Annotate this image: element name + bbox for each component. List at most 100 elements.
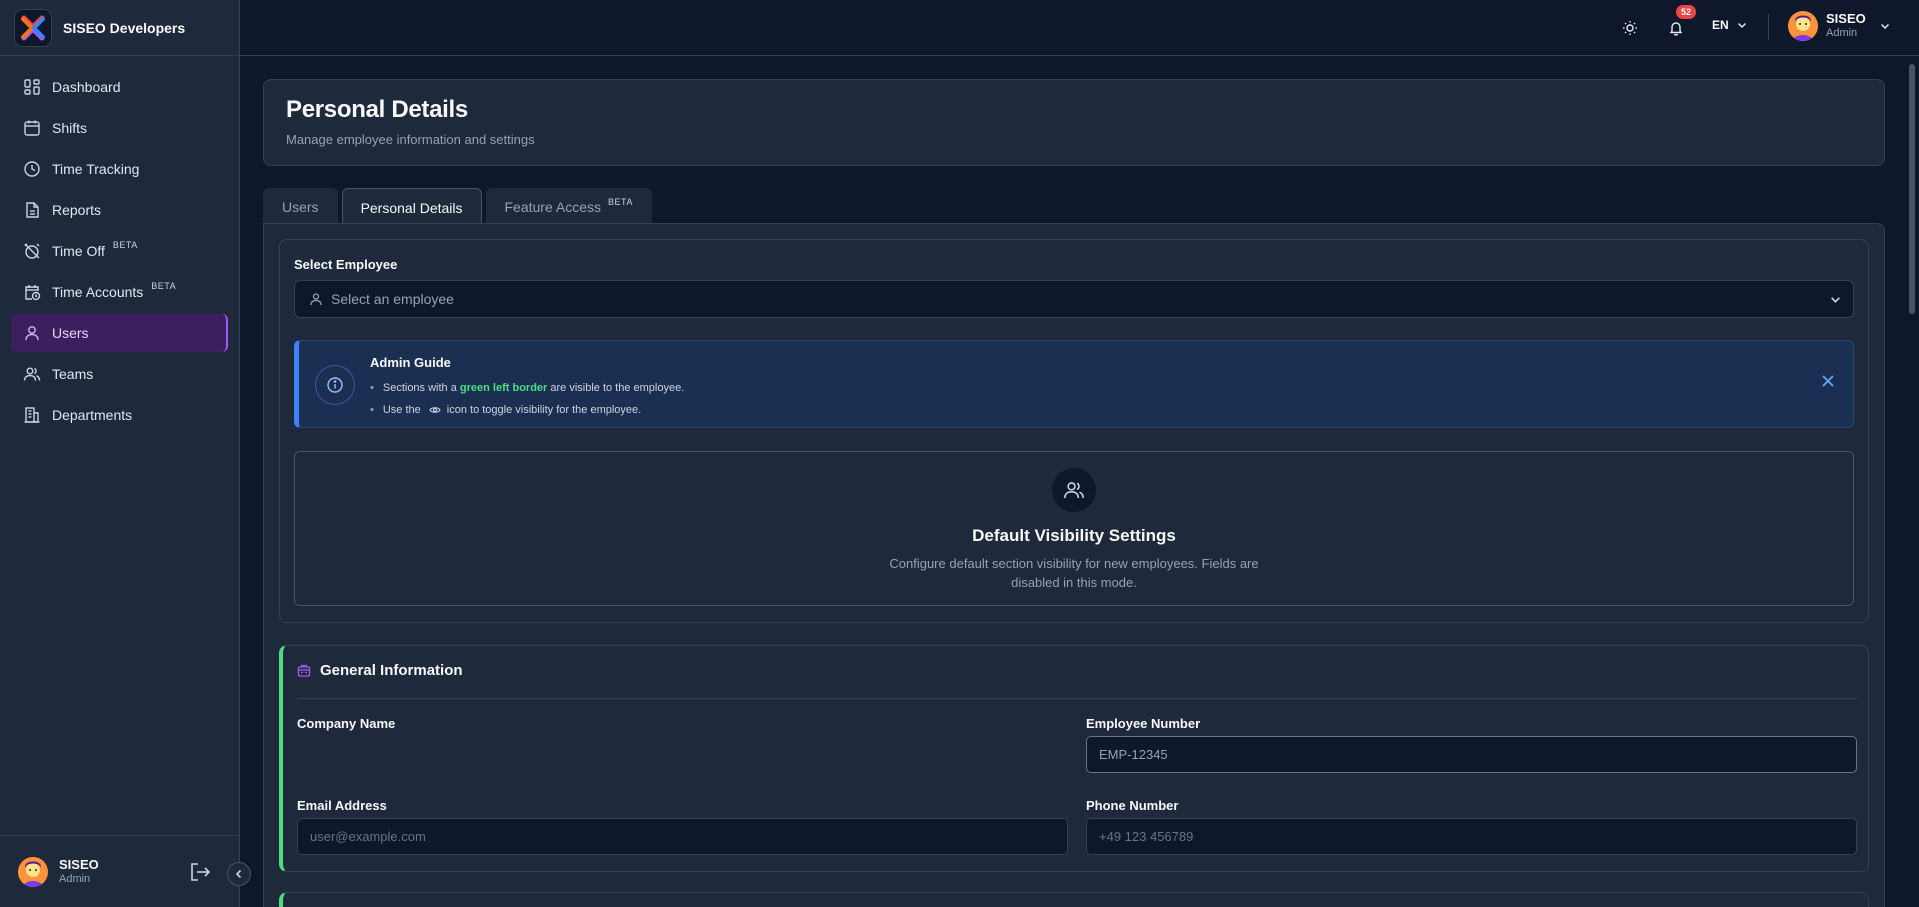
guide-text: Sections with a <box>382 382 457 394</box>
topbar: 52 EN SISEO Admin <box>240 0 1919 56</box>
language-label: EN <box>1712 18 1729 32</box>
avatar[interactable] <box>18 856 48 887</box>
users-icon <box>23 367 41 381</box>
page-subtitle: Manage employee information and settings <box>286 132 535 147</box>
sidebar-item-time-accounts[interactable]: Time Accounts BETA <box>11 273 228 311</box>
chevron-down-icon <box>1831 297 1840 303</box>
employee-selection-card: Select Employee Select an employee Admin… <box>279 239 1869 623</box>
tab-label: Personal Details <box>360 199 463 216</box>
employee-number-label: Employee Number <box>1086 716 1201 731</box>
sidebar-item-label: Dashboard <box>52 79 121 95</box>
sidebar-item-time-off[interactable]: Time Off BETA <box>11 232 228 270</box>
building-icon <box>24 407 40 423</box>
email-field[interactable]: user@example.com <box>297 818 1068 855</box>
notification-count-badge: 52 <box>1676 5 1697 19</box>
clock-icon <box>24 161 40 177</box>
sidebar-item-label: Shifts <box>52 120 88 136</box>
beta-badge: BETA <box>112 240 138 250</box>
tab-feature-access[interactable]: Feature Access BETA <box>485 188 652 224</box>
language-selector[interactable]: EN <box>1712 18 1747 32</box>
eye-icon <box>429 407 441 413</box>
user-role: Admin <box>1826 27 1858 39</box>
sidebar-user: SISEO Admin <box>0 835 240 907</box>
user-menu[interactable]: SISEO Admin <box>1788 11 1890 41</box>
input-placeholder: user@example.com <box>310 829 426 844</box>
collapse-sidebar-button[interactable] <box>227 862 251 886</box>
bell-icon <box>1669 22 1683 36</box>
section-title: General Information <box>320 662 463 679</box>
scrollbar[interactable] <box>1905 56 1919 907</box>
tab-personal-details[interactable]: Personal Details <box>341 188 482 226</box>
tab-label: Feature Access <box>504 198 602 215</box>
beta-badge: BETA <box>151 281 177 291</box>
main-content: Personal Details Manage employee informa… <box>240 56 1905 907</box>
theme-toggle-button[interactable] <box>1618 16 1642 40</box>
users-icon <box>1052 468 1096 512</box>
default-visibility-card: Default Visibility Settings Configure de… <box>294 451 1854 606</box>
building-icon <box>297 664 311 677</box>
divider <box>297 698 1857 699</box>
tab-users[interactable]: Users <box>263 188 338 224</box>
sidebar-user-meta: SISEO Admin <box>59 857 99 887</box>
employee-select-placeholder: Select an employee <box>331 291 454 307</box>
brand-name: SISEO Developers <box>63 19 186 36</box>
user-icon <box>25 326 39 341</box>
select-employee-label: Select Employee <box>294 257 398 272</box>
guide-text: are visible to the employee. <box>550 382 685 394</box>
admin-guide-item: Sections with a green left border are vi… <box>370 377 684 399</box>
tab-panel: Select Employee Select an employee Admin… <box>263 223 1885 907</box>
topbar-user-meta: SISEO Admin <box>1826 11 1866 41</box>
general-information-section: General Information Company Name Employe… <box>279 645 1869 872</box>
beta-badge: BETA <box>608 196 633 207</box>
user-name: SISEO <box>1826 11 1866 26</box>
sidebar-item-departments[interactable]: Departments <box>11 396 228 434</box>
info-icon <box>315 365 355 405</box>
sidebar-item-reports[interactable]: Reports <box>11 191 228 229</box>
brand-logo <box>14 8 52 47</box>
calendar-clock-icon <box>25 285 41 301</box>
sidebar-item-dashboard[interactable]: Dashboard <box>11 68 228 106</box>
sidebar-item-label: Time Tracking <box>52 161 140 177</box>
page-title: Personal Details <box>286 96 468 123</box>
company-name-label: Company Name <box>297 716 396 731</box>
email-address-label: Email Address <box>297 798 387 813</box>
admin-guide-list: Sections with a green left border are vi… <box>370 377 684 421</box>
chevron-down-icon <box>1880 23 1889 30</box>
admin-guide-title: Admin Guide <box>370 355 451 370</box>
employee-number-input[interactable]: EMP-12345 <box>1086 736 1857 773</box>
avatar <box>1788 11 1818 41</box>
sidebar-item-teams[interactable]: Teams <box>11 355 228 393</box>
green-border-highlight: green left border <box>459 382 548 394</box>
chevron-left-icon <box>235 869 242 879</box>
default-visibility-description: Configure default section visibility for… <box>889 556 1259 590</box>
user-role: Admin <box>59 872 91 885</box>
phone-field[interactable]: +49 123 456789 <box>1086 818 1857 855</box>
employee-select[interactable]: Select an employee <box>294 280 1854 318</box>
next-section <box>279 892 1869 907</box>
admin-guide-item: Use the icon to toggle visibility for th… <box>370 399 684 421</box>
sidebar-item-users[interactable]: Users <box>11 314 228 352</box>
close-icon <box>1822 375 1834 387</box>
scrollbar-thumb[interactable] <box>1909 64 1915 314</box>
sidebar-item-shifts[interactable]: Shifts <box>11 109 228 147</box>
sidebar-item-time-tracking[interactable]: Time Tracking <box>11 150 228 188</box>
sidebar-nav: Dashboard Shifts Time Tracking Reports T… <box>0 56 239 434</box>
logout-icon <box>191 863 211 881</box>
user-icon <box>310 293 322 306</box>
input-placeholder: EMP-12345 <box>1099 747 1168 762</box>
brand[interactable]: SISEO Developers <box>0 0 239 56</box>
calendar-icon <box>24 120 40 136</box>
tab-label: Users <box>282 198 319 215</box>
notifications-button[interactable]: 52 <box>1664 5 1697 40</box>
sidebar-item-label: Users <box>52 325 89 341</box>
sidebar-item-label: Teams <box>52 366 94 382</box>
dashboard-icon <box>24 79 40 95</box>
sidebar-item-label: Departments <box>52 407 133 423</box>
page-header: Personal Details Manage employee informa… <box>263 79 1885 166</box>
guide-text: icon to toggle visibility for the employ… <box>446 404 642 416</box>
logout-button[interactable] <box>188 860 212 884</box>
admin-guide-alert: Admin Guide Sections with a green left b… <box>294 340 1854 428</box>
input-placeholder: +49 123 456789 <box>1099 829 1194 844</box>
close-guide-button[interactable] <box>1821 374 1835 391</box>
sun-icon <box>1623 21 1637 35</box>
